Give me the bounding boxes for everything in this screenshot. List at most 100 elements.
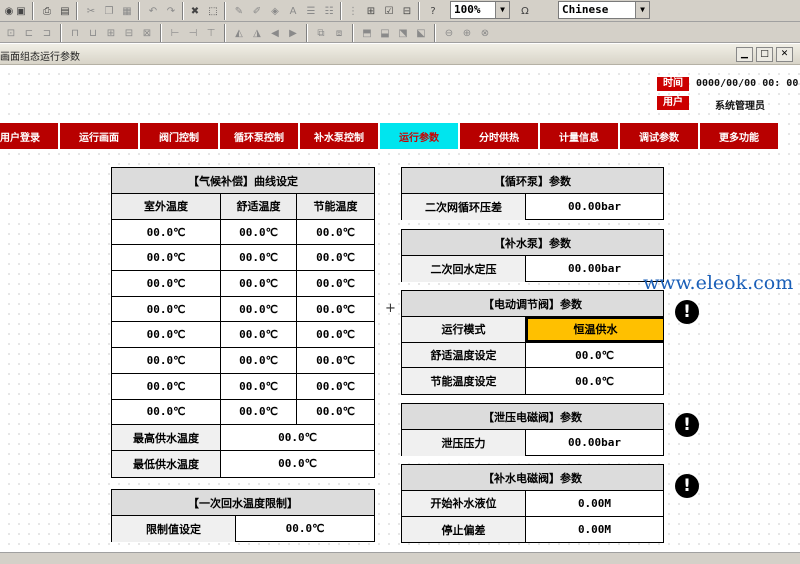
valve-comfort-value[interactable]: 00.0℃ [526, 343, 663, 368]
warning-icon[interactable]: ! [675, 413, 699, 437]
climate-cell[interactable]: 00.0℃ [112, 322, 221, 348]
nav-item-6[interactable]: 分时供热 [460, 123, 540, 149]
paste-icon[interactable]: ▦ [118, 2, 136, 20]
climate-max-value[interactable]: 00.0℃ [221, 425, 374, 450]
climate-cell[interactable]: 00.0℃ [297, 400, 374, 425]
style-icon[interactable]: ◈ [266, 2, 284, 20]
nav-item-3[interactable]: 循环泵控制 [220, 123, 300, 149]
align-right-icon[interactable]: ⊐ [38, 24, 56, 42]
size-width-icon[interactable]: ⊢ [166, 24, 184, 42]
flip-icon[interactable]: ◭ [230, 24, 248, 42]
climate-cell[interactable]: 00.0℃ [297, 374, 374, 399]
print-preview-icon[interactable]: ▤ [56, 2, 74, 20]
list-icon-2[interactable]: ☷ [320, 2, 338, 20]
climate-cell[interactable]: 00.0℃ [297, 297, 374, 322]
nav-item-9[interactable]: 更多功能 [700, 123, 780, 149]
edit-icon[interactable]: ✐ [248, 2, 266, 20]
mirror-icon[interactable]: ◮ [248, 24, 266, 42]
lock-icon[interactable]: ⊖ [440, 24, 458, 42]
makeup-start-value[interactable]: 0.00M [526, 491, 663, 516]
text-icon[interactable]: A [284, 2, 302, 20]
cut-icon[interactable]: ✂ [82, 2, 100, 20]
nav-item-1[interactable]: 运行画面 [60, 123, 140, 149]
layer-bottom-icon[interactable]: ⬕ [412, 24, 430, 42]
climate-cell[interactable]: 00.0℃ [112, 373, 221, 399]
undo-icon[interactable]: ↶ [144, 2, 162, 20]
front-icon[interactable]: ⧉ [312, 24, 330, 42]
climate-cell[interactable]: 00.0℃ [112, 399, 221, 425]
draw-icon[interactable]: ✎ [230, 2, 248, 20]
nav-item-4[interactable]: 补水泵控制 [300, 123, 380, 149]
align-top-icon[interactable]: ⊓ [66, 24, 84, 42]
size-both-icon[interactable]: ⊤ [202, 24, 220, 42]
relief-valve-value[interactable]: 00.00bar [526, 430, 663, 456]
climate-cell[interactable]: 00.0℃ [221, 271, 297, 296]
zoom-select[interactable]: 100% ▼ [450, 1, 510, 19]
makeup-stop-value[interactable]: 0.00M [526, 517, 663, 543]
align-left-icon[interactable]: ⊏ [20, 24, 38, 42]
distribute-icon[interactable]: ⊠ [138, 24, 156, 42]
climate-cell[interactable]: 00.0℃ [112, 219, 221, 245]
unlock-icon[interactable]: ⊕ [458, 24, 476, 42]
nav-item-0[interactable]: 用户登录 [0, 123, 60, 149]
climate-cell[interactable]: 00.0℃ [112, 296, 221, 322]
climate-cell[interactable]: 00.0℃ [297, 245, 374, 270]
nav-item-2[interactable]: 阀门控制 [140, 123, 220, 149]
valve-mode-value[interactable]: 恒温供水 [526, 317, 663, 342]
export-icon[interactable]: ⊞ [362, 2, 380, 20]
import-icon[interactable]: ⊟ [398, 2, 416, 20]
chevron-down-icon[interactable]: ▼ [635, 2, 649, 18]
nav-item-5[interactable]: 运行参数 [380, 123, 460, 149]
circ-pump-value[interactable]: 00.00bar [526, 194, 663, 220]
layer-top-icon[interactable]: ⬔ [394, 24, 412, 42]
redo-icon[interactable]: ↷ [162, 2, 180, 20]
climate-cell[interactable]: 00.0℃ [297, 348, 374, 373]
climate-cell[interactable]: 00.0℃ [221, 399, 297, 425]
copy-icon[interactable]: ❐ [100, 2, 118, 20]
group-icon[interactable]: ⊡ [2, 24, 20, 42]
climate-cell[interactable]: 00.0℃ [112, 271, 221, 296]
check-icon[interactable]: ☑ [380, 2, 398, 20]
climate-cell[interactable]: 00.0℃ [221, 245, 297, 271]
unit-icon[interactable]: Ω [516, 2, 534, 20]
maximize-icon[interactable]: □ [756, 47, 773, 62]
save-icon[interactable]: ▣ [12, 2, 30, 20]
tools-icon[interactable]: ✖ [186, 2, 204, 20]
climate-cell[interactable]: 00.0℃ [112, 348, 221, 373]
climate-cell[interactable]: 00.0℃ [221, 296, 297, 322]
snap-icon[interactable]: ⊗ [476, 24, 494, 42]
warning-icon[interactable]: ! [675, 474, 699, 498]
climate-cell[interactable]: 00.0℃ [297, 220, 374, 245]
climate-min-value[interactable]: 00.0℃ [221, 451, 374, 477]
climate-cell[interactable]: 00.0℃ [221, 322, 297, 348]
climate-cell[interactable]: 00.0℃ [221, 373, 297, 399]
climate-cell[interactable]: 00.0℃ [221, 219, 297, 245]
climate-cell[interactable]: 00.0℃ [297, 271, 374, 296]
language-select[interactable]: Chinese ▼ [558, 1, 650, 19]
align-bottom-icon[interactable]: ⊔ [84, 24, 102, 42]
list-icon[interactable]: ☰ [302, 2, 320, 20]
warning-icon[interactable]: ! [675, 300, 699, 324]
layer-down-icon[interactable]: ⬓ [376, 24, 394, 42]
nav-item-8[interactable]: 调试参数 [620, 123, 700, 149]
minimize-icon[interactable]: ▁ [736, 47, 753, 62]
rotate-left-icon[interactable]: ◀ [266, 24, 284, 42]
rotate-right-icon[interactable]: ▶ [284, 24, 302, 42]
print-icon[interactable]: ⎙ [38, 2, 56, 20]
return-limit-value[interactable]: 00.0℃ [236, 516, 374, 542]
chevron-down-icon[interactable]: ▼ [495, 2, 509, 18]
climate-cell[interactable]: 00.0℃ [112, 245, 221, 271]
align-center-icon[interactable]: ⊞ [102, 24, 120, 42]
valve-economy-value[interactable]: 00.0℃ [526, 368, 663, 394]
nav-item-7[interactable]: 计量信息 [540, 123, 620, 149]
climate-cell[interactable]: 00.0℃ [297, 322, 374, 347]
select-icon[interactable]: ⬚ [204, 2, 222, 20]
close-icon[interactable]: ✕ [776, 47, 793, 62]
help-icon[interactable]: ? [424, 2, 442, 20]
grid-icon[interactable]: ⋮ [344, 2, 362, 20]
layer-up-icon[interactable]: ⬒ [358, 24, 376, 42]
align-middle-icon[interactable]: ⊟ [120, 24, 138, 42]
size-height-icon[interactable]: ⊣ [184, 24, 202, 42]
back-icon[interactable]: ⧈ [330, 24, 348, 42]
climate-cell[interactable]: 00.0℃ [221, 348, 297, 373]
